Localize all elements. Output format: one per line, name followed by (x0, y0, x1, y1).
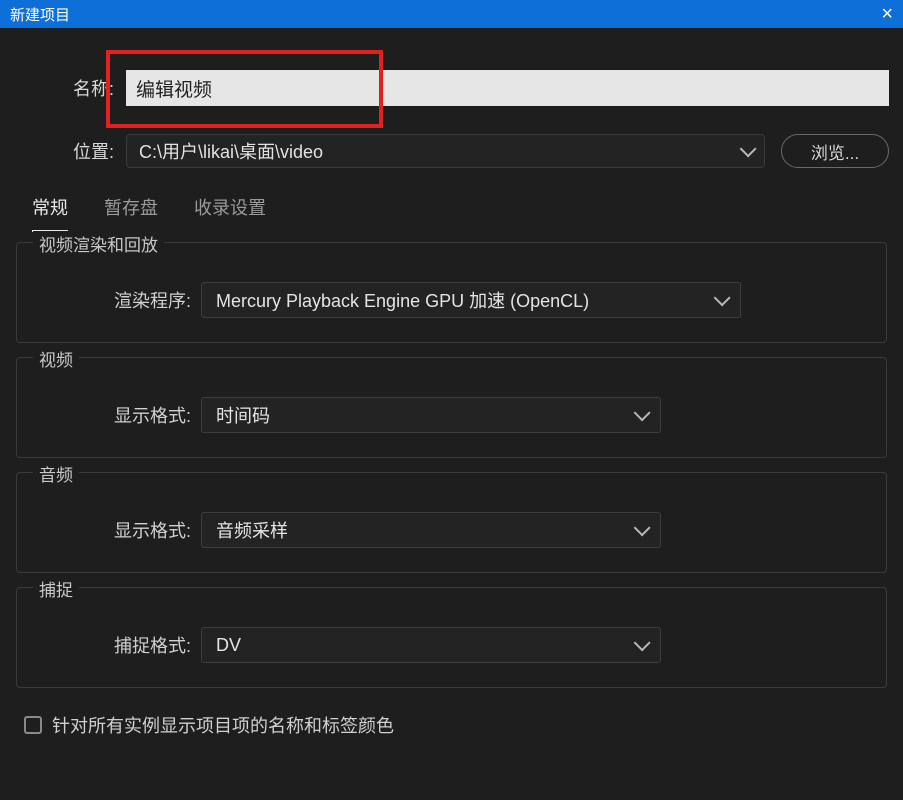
project-name-input[interactable] (126, 70, 889, 106)
legend-capture: 捕捉 (33, 576, 79, 601)
chevron-down-icon (714, 289, 731, 306)
chevron-down-icon (634, 404, 651, 421)
audio-display-dropdown[interactable]: 音频采样 (201, 512, 661, 548)
capture-format-dropdown[interactable]: DV (201, 627, 661, 663)
audio-display-label: 显示格式: (33, 517, 201, 543)
renderer-label: 渲染程序: (33, 287, 201, 313)
location-dropdown[interactable]: C:\用户\likai\桌面\video (126, 134, 765, 168)
chevron-down-icon (740, 140, 757, 157)
section-render: 视频渲染和回放 渲染程序: Mercury Playback Engine GP… (16, 242, 887, 343)
video-display-value: 时间码 (216, 402, 270, 428)
dialog-body: 名称: 位置: C:\用户\likai\桌面\video 浏览... 常规 暂存… (0, 28, 903, 748)
display-name-color-row: 针对所有实例显示项目项的名称和标签颜色 (16, 702, 887, 748)
browse-button[interactable]: 浏览... (781, 134, 889, 168)
section-audio: 音频 显示格式: 音频采样 (16, 472, 887, 573)
window-title: 新建项目 (10, 4, 70, 25)
tab-scratch-disks[interactable]: 暂存盘 (104, 194, 158, 232)
location-value: C:\用户\likai\桌面\video (139, 138, 323, 164)
chevron-down-icon (634, 634, 651, 651)
name-label: 名称: (14, 75, 126, 101)
video-display-dropdown[interactable]: 时间码 (201, 397, 661, 433)
display-name-color-checkbox[interactable] (24, 716, 42, 734)
titlebar: 新建项目 × (0, 0, 903, 28)
legend-audio: 音频 (33, 461, 79, 486)
audio-display-value: 音频采样 (216, 517, 288, 543)
legend-render: 视频渲染和回放 (33, 231, 164, 256)
legend-video: 视频 (33, 346, 79, 371)
section-video: 视频 显示格式: 时间码 (16, 357, 887, 458)
tabs: 常规 暂存盘 收录设置 (14, 182, 889, 232)
renderer-dropdown[interactable]: Mercury Playback Engine GPU 加速 (OpenCL) (201, 282, 741, 318)
capture-format-label: 捕捉格式: (33, 632, 201, 658)
section-capture: 捕捉 捕捉格式: DV (16, 587, 887, 688)
close-icon[interactable]: × (881, 4, 893, 24)
display-name-color-label: 针对所有实例显示项目项的名称和标签颜色 (52, 712, 394, 738)
video-display-label: 显示格式: (33, 402, 201, 428)
tab-general[interactable]: 常规 (32, 194, 68, 232)
renderer-value: Mercury Playback Engine GPU 加速 (OpenCL) (216, 287, 589, 313)
location-label: 位置: (14, 138, 126, 164)
tab-ingest-settings[interactable]: 收录设置 (194, 194, 266, 232)
capture-format-value: DV (216, 635, 241, 656)
chevron-down-icon (634, 519, 651, 536)
